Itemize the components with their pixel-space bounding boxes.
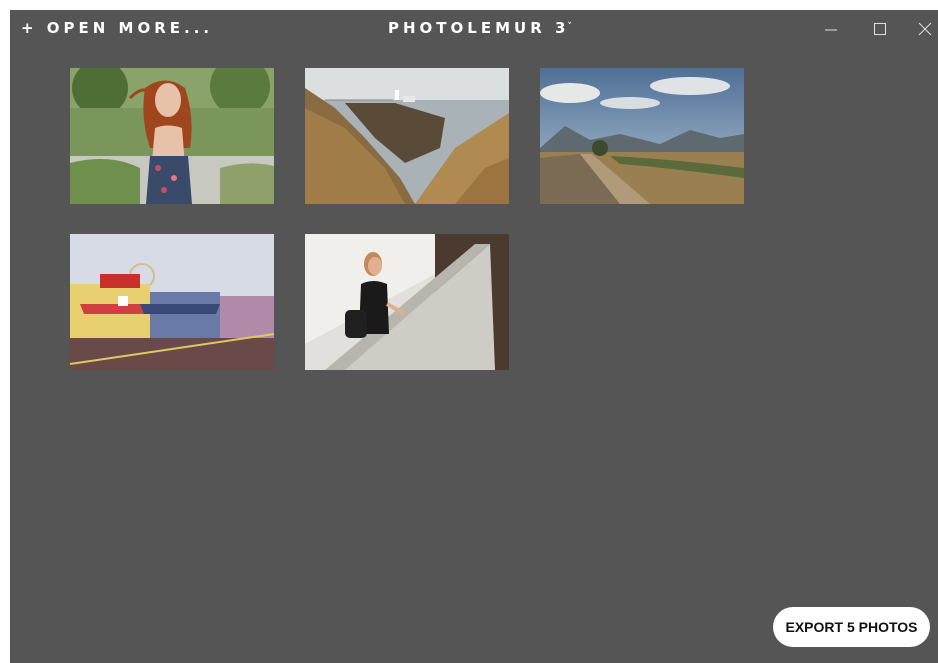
close-button[interactable] bbox=[910, 16, 938, 42]
photo-thumbnail[interactable] bbox=[540, 68, 744, 204]
app-title-text: PHOTOLEMUR 3 bbox=[388, 19, 570, 37]
close-icon bbox=[918, 22, 932, 36]
woman-concrete-wall-photo bbox=[305, 234, 509, 370]
maximize-icon bbox=[874, 23, 886, 35]
minimize-button[interactable] bbox=[816, 16, 846, 42]
minimize-icon bbox=[825, 29, 837, 31]
title-menu-caret-icon: ˅ bbox=[567, 22, 572, 32]
photo-thumbnail[interactable] bbox=[305, 68, 509, 204]
desert-road-photo bbox=[540, 68, 744, 204]
photo-thumbnail[interactable] bbox=[70, 234, 274, 370]
app-title-menu[interactable]: PHOTOLEMUR 3˅ bbox=[388, 19, 572, 37]
boardwalk-shops-photo bbox=[70, 234, 274, 370]
woman-red-hair-photo bbox=[70, 68, 274, 204]
photo-thumbnail[interactable] bbox=[70, 68, 274, 204]
maximize-button[interactable] bbox=[865, 16, 895, 42]
open-more-button[interactable]: + OPEN MORE... bbox=[21, 19, 213, 37]
photo-thumbnail[interactable] bbox=[305, 234, 509, 370]
coastal-cliffs-photo bbox=[305, 68, 509, 204]
app-window: + OPEN MORE... PHOTOLEMUR 3˅ EXPORT 5 PH… bbox=[10, 10, 938, 663]
export-photos-button[interactable]: EXPORT 5 PHOTOS bbox=[773, 607, 930, 647]
title-bar: + OPEN MORE... PHOTOLEMUR 3˅ bbox=[10, 10, 938, 50]
